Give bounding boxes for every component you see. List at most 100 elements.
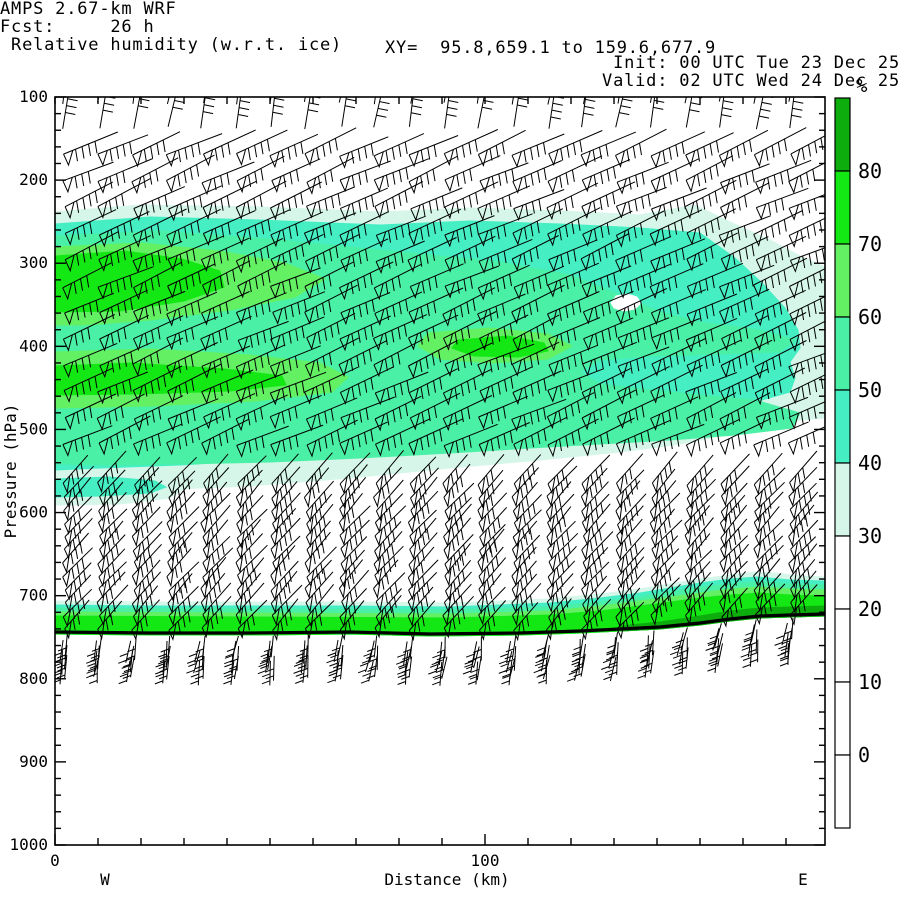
wind-barb: [755, 97, 774, 130]
colorbar-label: 60: [858, 305, 882, 329]
x-axis-title: Distance (km): [384, 870, 509, 889]
colorbar-segment: [834, 462, 851, 537]
colorbar-segment: [834, 170, 851, 245]
wind-barb: [339, 136, 389, 169]
wind-barb: [374, 505, 407, 547]
wind-barb: [581, 159, 631, 193]
wind-barb: [788, 194, 825, 221]
wind-barb: [546, 506, 572, 548]
wind-barb: [167, 97, 185, 127]
colorbar-units: %: [856, 75, 868, 97]
colorbar: 80 70 60 50 40 30 20 10 0%: [834, 75, 882, 829]
wind-barb: [270, 517, 301, 561]
wind-barb: [203, 129, 256, 167]
wind-barb: [62, 97, 78, 129]
wind-barb: [186, 650, 201, 674]
wind-barb: [581, 97, 596, 128]
cross-section-plot: 10020030040050060070080090010000 100W EDis…: [1, 75, 882, 889]
wind-barb: [407, 546, 435, 589]
wind-barb: [133, 97, 150, 129]
wind-barb: [616, 453, 644, 494]
wind-barb: [513, 97, 529, 127]
wind-barb: [753, 452, 783, 496]
wind-barb: [236, 97, 239, 105]
colorbar-label: 50: [858, 378, 882, 402]
wind-barb: [790, 135, 825, 167]
wind-barb: [548, 532, 579, 573]
colorbar-segment: [834, 681, 851, 756]
wind-barb: [200, 97, 216, 129]
x-axis-east-label: E: [798, 870, 808, 889]
y-axis-title: Pressure (hPa): [1, 404, 20, 539]
wind-barb: [168, 506, 200, 548]
wind-barb: [200, 492, 231, 534]
wind-barb: [444, 482, 475, 522]
wind-barb: [373, 97, 376, 105]
wind-barb: [498, 650, 513, 674]
wind-barb: [63, 131, 118, 167]
wind-barb: [166, 491, 196, 535]
wind-barb: [235, 533, 263, 574]
wind-barb: [187, 640, 201, 664]
wind-barb: [686, 478, 716, 520]
wind-barb: [326, 640, 339, 664]
colorbar-segment: [834, 97, 851, 172]
wind-barb: [432, 661, 443, 686]
colorbar-label: 20: [858, 597, 882, 621]
x-tick-label: 100: [471, 851, 500, 870]
wind-barb: [306, 493, 333, 535]
wind-barb: [444, 542, 471, 587]
wind-barb: [615, 128, 667, 168]
wind-barb: [444, 496, 472, 535]
wind-barb: [444, 155, 501, 193]
wind-barb: [606, 632, 618, 656]
humidity-field: [55, 204, 825, 637]
wind-barb: [686, 454, 714, 497]
wind-barb: [341, 97, 357, 127]
colorbar-segment: [834, 608, 851, 683]
wind-barb: [684, 493, 715, 535]
y-tick-label: 400: [19, 336, 48, 355]
wind-barb: [131, 543, 162, 587]
wind-barb: [361, 640, 375, 664]
wind-barb: [547, 155, 603, 194]
colorbar-segment: [834, 535, 851, 610]
y-tick-label: 500: [19, 419, 48, 438]
colorbar-segment: [834, 389, 851, 464]
wind-barb: [637, 655, 649, 679]
wind-barb: [536, 654, 551, 680]
wind-barb: [373, 133, 425, 169]
wind-barb: [118, 640, 132, 664]
wind-barb: [408, 97, 423, 127]
colorbar-label: 10: [858, 670, 882, 694]
wind-barb: [304, 127, 357, 167]
wind-barb: [498, 641, 511, 665]
colorbar-label: 70: [858, 232, 882, 256]
colorbar-segment: [834, 754, 851, 829]
y-tick-label: 100: [19, 87, 48, 106]
wind-barb: [788, 162, 825, 195]
wind-barb: [788, 97, 791, 102]
y-tick-label: 700: [19, 586, 48, 605]
y-tick-label: 1000: [9, 835, 48, 854]
wind-barb: [686, 467, 714, 510]
wind-barb: [99, 97, 116, 129]
wind-barb: [477, 479, 504, 522]
wind-barb: [118, 660, 131, 685]
wind-barb: [166, 97, 170, 105]
colorbar-segment: [834, 243, 851, 318]
wind-barb: [547, 97, 551, 105]
wind-barb: [617, 97, 620, 104]
y-tick-label: 600: [19, 503, 48, 522]
y-tick-label: 900: [19, 752, 48, 771]
wind-barb: [547, 457, 575, 495]
wind-barb: [616, 161, 669, 195]
wind-barb: [236, 494, 264, 535]
colorbar-label: 80: [858, 159, 882, 183]
wind-barb: [338, 492, 363, 534]
weather-cross-section-screenshot: AMPS 2.67-km WRF Fcst: 26 h Relative hum…: [0, 0, 900, 900]
wind-barb: [373, 158, 430, 193]
wind-barb: [201, 161, 255, 196]
x-tick-label: 0: [50, 851, 60, 870]
wind-barb: [236, 155, 285, 194]
